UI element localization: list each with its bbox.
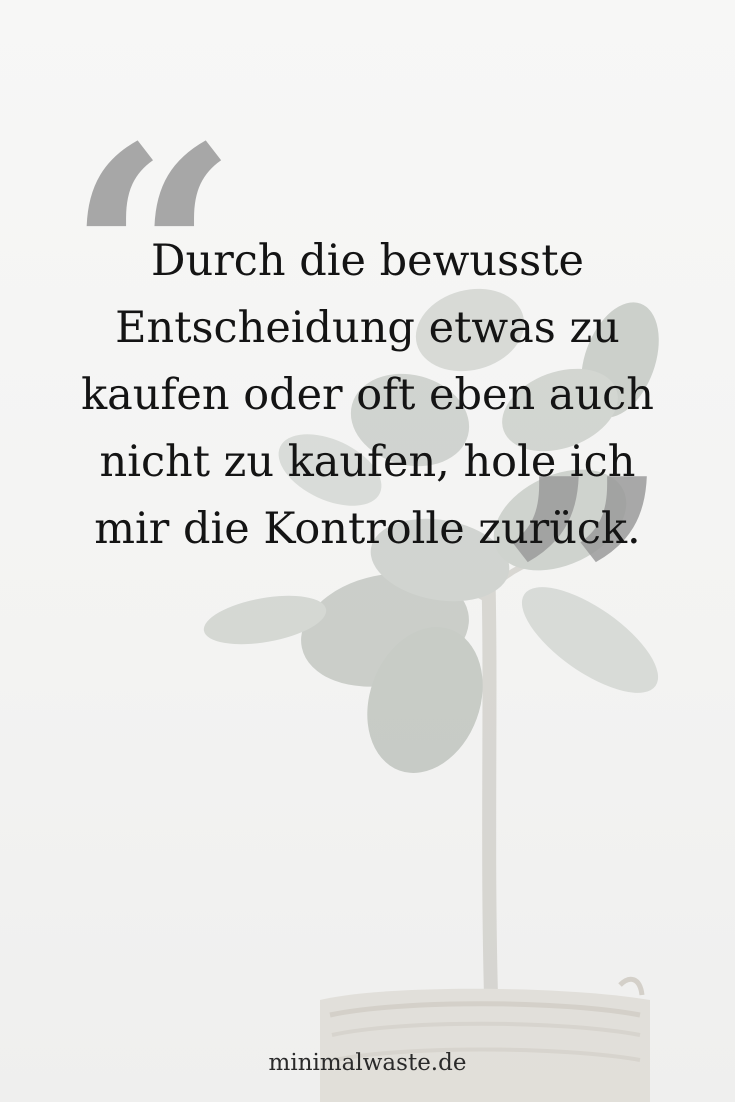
quote-text: Durch die bewusste Entscheidung etwas zu… xyxy=(81,236,654,554)
site-label: minimalwaste.de xyxy=(268,1050,467,1076)
quote-card: “ ” Durch die bewusste Entscheidung etwa… xyxy=(0,0,735,1102)
